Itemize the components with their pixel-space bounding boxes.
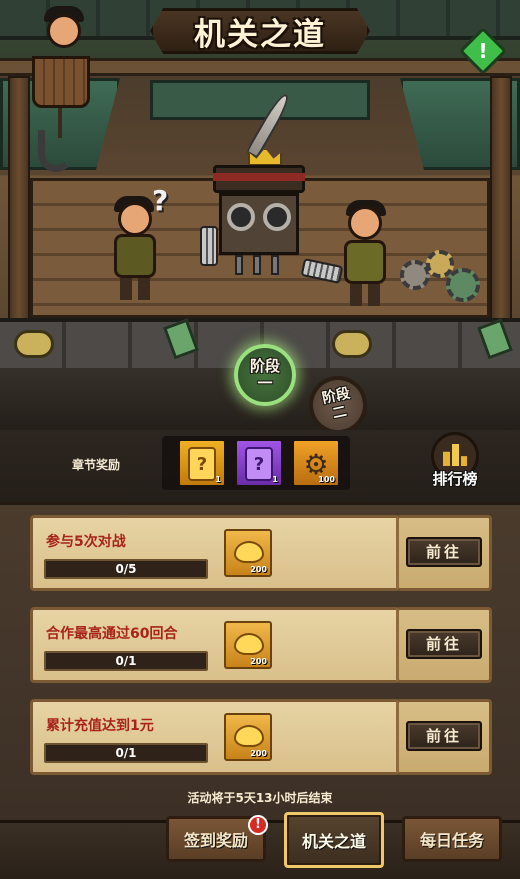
mechanical-robot xyxy=(213,165,305,275)
task-progress-text: 0/1 xyxy=(115,746,137,760)
gold-ingot-icon xyxy=(234,725,264,747)
reward-count: 100 xyxy=(318,475,335,484)
title-plate: 机关之道 xyxy=(150,8,370,54)
task-card xyxy=(30,607,400,683)
stage-node-2-number: 二 xyxy=(331,403,349,423)
stage-node-1[interactable]: 阶段 一 xyxy=(234,344,296,406)
stage-node-1-number: 一 xyxy=(257,374,273,392)
chapter-reward-label: 章节奖励 xyxy=(72,458,121,472)
event-scene: ? 阶段 一 阶段 二 xyxy=(0,0,520,430)
center-eave xyxy=(150,80,370,120)
task-row: 累计充值达到1元 0/1 200 前往 xyxy=(30,699,492,775)
alert-icon: ! xyxy=(478,39,488,63)
gear-pile xyxy=(400,250,484,306)
leaderboard-button[interactable]: 排行榜 xyxy=(427,430,483,490)
spring-icon xyxy=(200,226,218,266)
task-card xyxy=(30,515,400,591)
crane-hook-icon xyxy=(38,130,74,172)
go-button[interactable]: 前往 xyxy=(406,721,482,751)
task-name: 累计充值达到1元 xyxy=(46,718,154,734)
task-row: 参与5次对战 0/5 200 前往 xyxy=(30,515,492,591)
crane-basket xyxy=(32,56,90,108)
pillar-right xyxy=(490,76,512,326)
page-title: 机关之道 xyxy=(194,16,326,53)
gold-ingot-reward[interactable]: 200 xyxy=(224,529,272,577)
event-countdown: 活动将于5天13小时后结束 xyxy=(187,791,333,805)
reward-count: 1 xyxy=(215,475,221,484)
gold-card-icon: ? xyxy=(188,447,216,481)
pillar-left xyxy=(8,76,30,326)
tab-mechanism-way[interactable]: 机关之道 xyxy=(284,812,384,868)
notification-badge: ! xyxy=(248,815,268,835)
task-progress-bar: 0/5 xyxy=(44,559,208,579)
leaderboard-label: 排行榜 xyxy=(432,470,478,488)
chapter-reward-gear[interactable]: ⚙ 100 xyxy=(292,439,340,487)
task-name: 合作最高通过60回合 xyxy=(46,626,178,642)
gold-ingot-icon xyxy=(234,633,264,655)
task-progress-bar: 0/1 xyxy=(44,651,208,671)
gold-ingot-reward[interactable]: 200 xyxy=(224,621,272,669)
task-progress-bar: 0/1 xyxy=(44,743,208,763)
stage-node-1-label: 阶段 xyxy=(249,357,280,375)
task-card xyxy=(30,699,400,775)
purple-card-icon: ? xyxy=(245,447,273,481)
reward-count: 200 xyxy=(250,749,267,758)
task-progress-text: 0/1 xyxy=(115,654,137,668)
reward-count: 200 xyxy=(250,657,267,666)
reward-count: 1 xyxy=(272,475,278,484)
chapter-reward-gold-card[interactable]: ? 1 xyxy=(178,439,226,487)
chapter-reward-purple-card[interactable]: ? 1 xyxy=(235,439,283,487)
wind-up-key-icon xyxy=(332,330,372,358)
tab-daily-tasks[interactable]: 每日任务 xyxy=(402,816,502,862)
task-name: 参与5次对战 xyxy=(46,534,126,550)
gold-ingot-icon xyxy=(234,541,264,563)
go-button[interactable]: 前往 xyxy=(406,629,482,659)
reward-count: 200 xyxy=(250,565,267,574)
go-button[interactable]: 前往 xyxy=(406,537,482,567)
task-progress-text: 0/5 xyxy=(115,562,137,576)
task-row: 合作最高通过60回合 0/1 200 前往 xyxy=(30,607,492,683)
wind-up-key-icon xyxy=(14,330,54,358)
gold-ingot-reward[interactable]: 200 xyxy=(224,713,272,761)
question-mark-icon: ? xyxy=(152,184,169,217)
